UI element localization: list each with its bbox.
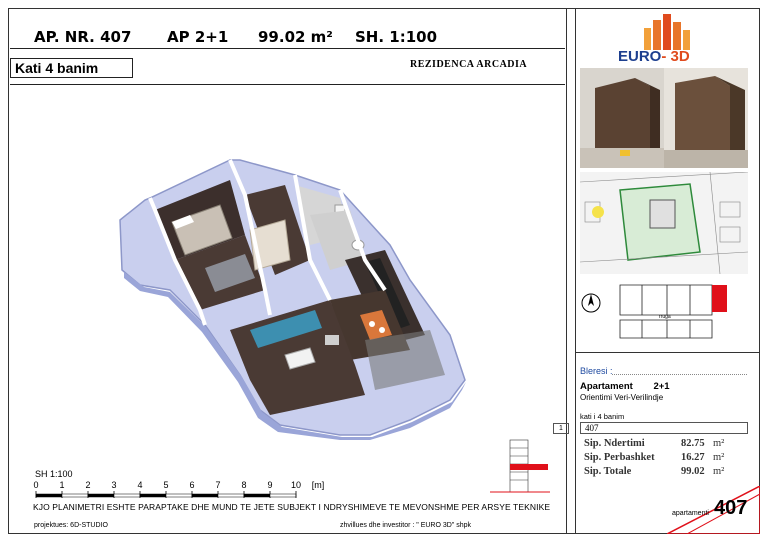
area-label: Sip. Perbashket xyxy=(584,452,655,463)
scale-segment xyxy=(113,493,141,498)
floor-small-label: kati i 4 banim xyxy=(580,412,625,421)
apartment-type-line: Apartament 2+1 xyxy=(580,381,670,392)
area-label: Sip. Ndertimi xyxy=(584,438,645,449)
apartment-type: AP 2+1 xyxy=(167,28,229,46)
scale-tick-label: 6 xyxy=(189,480,194,490)
site-plan-label: rruga xyxy=(659,314,671,320)
company-logo: EURO- 3D xyxy=(618,48,690,65)
area-unit: m² xyxy=(713,438,725,449)
buyer-field-line xyxy=(612,374,747,375)
scale-tick-label: 0 xyxy=(33,480,38,490)
apartment-area: 99.02 m² xyxy=(258,28,333,46)
key-plan: rruga xyxy=(619,284,727,339)
scale-bar: 0 1 2 3 4 5 6 7 8 9 10 [m] xyxy=(33,480,325,498)
scale-segment xyxy=(269,493,297,498)
orientation-text: Orientimi Veri-Verilindje xyxy=(580,393,664,402)
area-label: Sip. Totale xyxy=(584,466,632,477)
floor-label: Kati 4 banim xyxy=(10,58,133,78)
apartment-word: Apartament xyxy=(580,381,633,392)
logo-text-euro: EURO xyxy=(618,48,662,65)
scale-tick-label: 4 xyxy=(137,480,142,490)
floor-stack-diagram xyxy=(490,439,550,493)
scale-tick-label: 10 xyxy=(291,480,301,490)
panel-rule xyxy=(576,352,760,353)
area-value: 82.75 xyxy=(681,438,705,449)
panel-divider-2 xyxy=(575,8,576,534)
scale-tick-label: 7 xyxy=(215,480,220,490)
footer-designer: projektues: 6D-STUDIO xyxy=(34,522,108,529)
scale-segment xyxy=(217,493,245,498)
apartment-type-value: 2+1 xyxy=(653,381,670,392)
floor-plan-3d xyxy=(119,159,466,440)
scale-tick-label: 3 xyxy=(111,480,116,490)
scale-tick-label: 9 xyxy=(267,480,272,490)
disclaimer-note: KJO PLANIMETRI ESHTE PARAPTAKE DHE MUND … xyxy=(33,502,551,512)
unit-number-box: 407 xyxy=(580,422,748,434)
apartment-footer-number: 407 xyxy=(714,497,748,519)
scale-segment xyxy=(139,493,167,498)
building-render-image xyxy=(580,68,748,168)
scale-unit: [m] xyxy=(312,480,325,490)
scale-tick-label: 1 xyxy=(59,480,64,490)
apartment-number: AP. NR. 407 xyxy=(34,28,132,46)
scale-tick-label: 5 xyxy=(163,480,168,490)
area-value: 16.27 xyxy=(681,452,705,463)
buyer-label: Bleresi : xyxy=(580,366,613,376)
index-box: 1 xyxy=(553,423,569,434)
drawing-scale: SH. 1:100 xyxy=(355,28,438,46)
logo-text-3d: - 3D xyxy=(661,48,690,65)
scale-segment xyxy=(165,493,193,498)
header-rule-2 xyxy=(10,84,565,85)
scale-segment xyxy=(35,493,63,498)
scale-tick-label: 2 xyxy=(85,480,90,490)
residence-name: REZIDENCA ARCADIA xyxy=(410,59,528,70)
area-value: 99.02 xyxy=(681,466,705,477)
compass-icon xyxy=(581,293,601,313)
header-rule xyxy=(10,48,565,49)
scale-segment xyxy=(191,493,219,498)
panel-divider xyxy=(566,8,567,534)
scale-segment xyxy=(243,493,271,498)
scale-segment xyxy=(61,493,89,498)
scale-tick-label: 8 xyxy=(241,480,246,490)
footer-investor: zhvillues dhe investitor : " EURO 3D" sh… xyxy=(340,522,472,529)
area-unit: m² xyxy=(713,466,725,477)
scale-segment xyxy=(87,493,115,498)
site-plan-map xyxy=(580,172,748,274)
logo-buildings-icon xyxy=(644,14,690,50)
apartment-footer-label: apartamenti xyxy=(672,510,709,517)
area-unit: m² xyxy=(713,452,725,463)
